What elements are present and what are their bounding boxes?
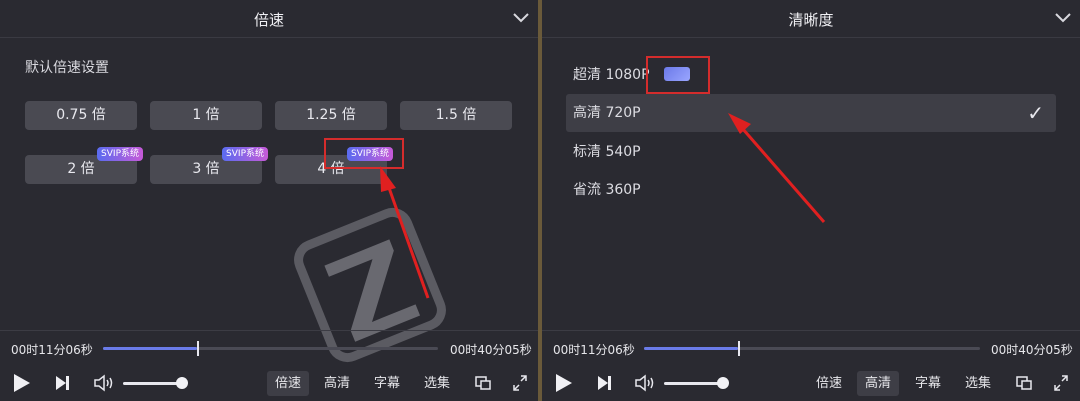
speed-option-3[interactable]: 3 倍 SVIP系统 bbox=[150, 147, 268, 184]
svip-badge: SVIP系统 bbox=[97, 147, 143, 161]
annotation-box bbox=[324, 138, 404, 169]
quality-option-1080p[interactable]: 超清 1080P bbox=[566, 56, 1056, 94]
progress-thumb[interactable] bbox=[738, 341, 741, 356]
fullscreen-icon[interactable] bbox=[1052, 371, 1070, 395]
divider bbox=[0, 330, 538, 331]
progress-fill bbox=[644, 347, 739, 350]
speed-label: 1 倍 bbox=[192, 107, 220, 123]
picture-in-picture-icon[interactable] bbox=[1015, 371, 1033, 395]
speed-label: 1.5 倍 bbox=[435, 107, 477, 123]
panel-title: 清晰度 bbox=[788, 11, 834, 29]
speed-option-0.75[interactable]: 0.75 倍 bbox=[25, 101, 137, 130]
play-icon[interactable] bbox=[12, 371, 32, 395]
speed-option-1.25[interactable]: 1.25 倍 bbox=[275, 101, 387, 130]
quality-label: 省流 360P bbox=[573, 182, 641, 198]
tab-subtitle[interactable]: 字幕 bbox=[907, 371, 949, 396]
chevron-down-icon[interactable] bbox=[1054, 11, 1072, 25]
volume-knob[interactable] bbox=[176, 377, 189, 389]
quality-label: 标清 540P bbox=[573, 144, 641, 160]
fullscreen-icon[interactable] bbox=[511, 371, 529, 395]
next-icon[interactable] bbox=[596, 371, 614, 395]
volume-knob[interactable] bbox=[717, 377, 730, 389]
volume-icon[interactable] bbox=[634, 371, 656, 395]
tab-speed[interactable]: 倍速 bbox=[267, 371, 310, 396]
quality-label: 超清 1080P bbox=[573, 67, 650, 83]
play-icon[interactable] bbox=[554, 371, 574, 395]
chevron-down-icon[interactable] bbox=[512, 11, 530, 25]
panel-header: 倍速 bbox=[0, 0, 538, 38]
next-icon[interactable] bbox=[54, 371, 72, 395]
total-time: 00时40分05秒 bbox=[991, 343, 1073, 357]
progress-bar[interactable] bbox=[103, 341, 438, 356]
progress-fill bbox=[103, 347, 197, 350]
tab-episodes[interactable]: 选集 bbox=[957, 371, 999, 396]
svip-badge: SVIP系统 bbox=[222, 147, 268, 161]
speed-option-1.5[interactable]: 1.5 倍 bbox=[400, 101, 512, 130]
tab-speed[interactable]: 倍速 bbox=[808, 371, 850, 396]
section-label: 默认倍速设置 bbox=[25, 60, 109, 76]
speed-label: 0.75 倍 bbox=[56, 107, 106, 123]
speed-option-2[interactable]: 2 倍 SVIP系统 bbox=[25, 147, 143, 184]
progress-bar[interactable] bbox=[644, 341, 980, 356]
volume-icon[interactable] bbox=[93, 371, 115, 395]
volume-slider[interactable] bbox=[123, 377, 189, 389]
tab-quality[interactable]: 高清 bbox=[857, 371, 900, 396]
speed-panel: 倍速 默认倍速设置 0.75 倍 1 倍 1.25 倍 1.5 倍 2 倍 SV… bbox=[0, 0, 538, 401]
quality-option-360p[interactable]: 省流 360P bbox=[566, 171, 1056, 209]
panel-title: 倍速 bbox=[253, 11, 284, 29]
picture-in-picture-icon[interactable] bbox=[474, 371, 492, 395]
speed-label: 2 倍 bbox=[67, 161, 95, 177]
total-time: 00时40分05秒 bbox=[450, 343, 532, 357]
tab-quality[interactable]: 高清 bbox=[316, 371, 358, 396]
progress-thumb[interactable] bbox=[196, 341, 199, 356]
check-icon: ✓ bbox=[1027, 101, 1044, 125]
tab-subtitle[interactable]: 字幕 bbox=[366, 371, 408, 396]
speed-option-1[interactable]: 1 倍 bbox=[150, 101, 262, 130]
current-time: 00时11分06秒 bbox=[11, 343, 93, 357]
volume-slider[interactable] bbox=[664, 377, 730, 389]
annotation-box bbox=[646, 56, 710, 94]
panel-header: 清晰度 bbox=[542, 0, 1080, 38]
speed-label: 1.25 倍 bbox=[306, 107, 356, 123]
quality-label: 高清 720P bbox=[573, 105, 641, 121]
quality-option-720p[interactable]: 高清 720P ✓ bbox=[566, 94, 1056, 132]
current-time: 00时11分06秒 bbox=[553, 343, 635, 357]
speed-label: 3 倍 bbox=[192, 161, 220, 177]
tab-episodes[interactable]: 选集 bbox=[416, 371, 458, 396]
divider bbox=[542, 330, 1080, 331]
quality-option-540p[interactable]: 标清 540P bbox=[566, 133, 1056, 171]
quality-panel: 清晰度 超清 1080P 高清 720P ✓ 标清 540P 省流 360P 0… bbox=[542, 0, 1080, 401]
watermark-logo bbox=[294, 207, 446, 363]
